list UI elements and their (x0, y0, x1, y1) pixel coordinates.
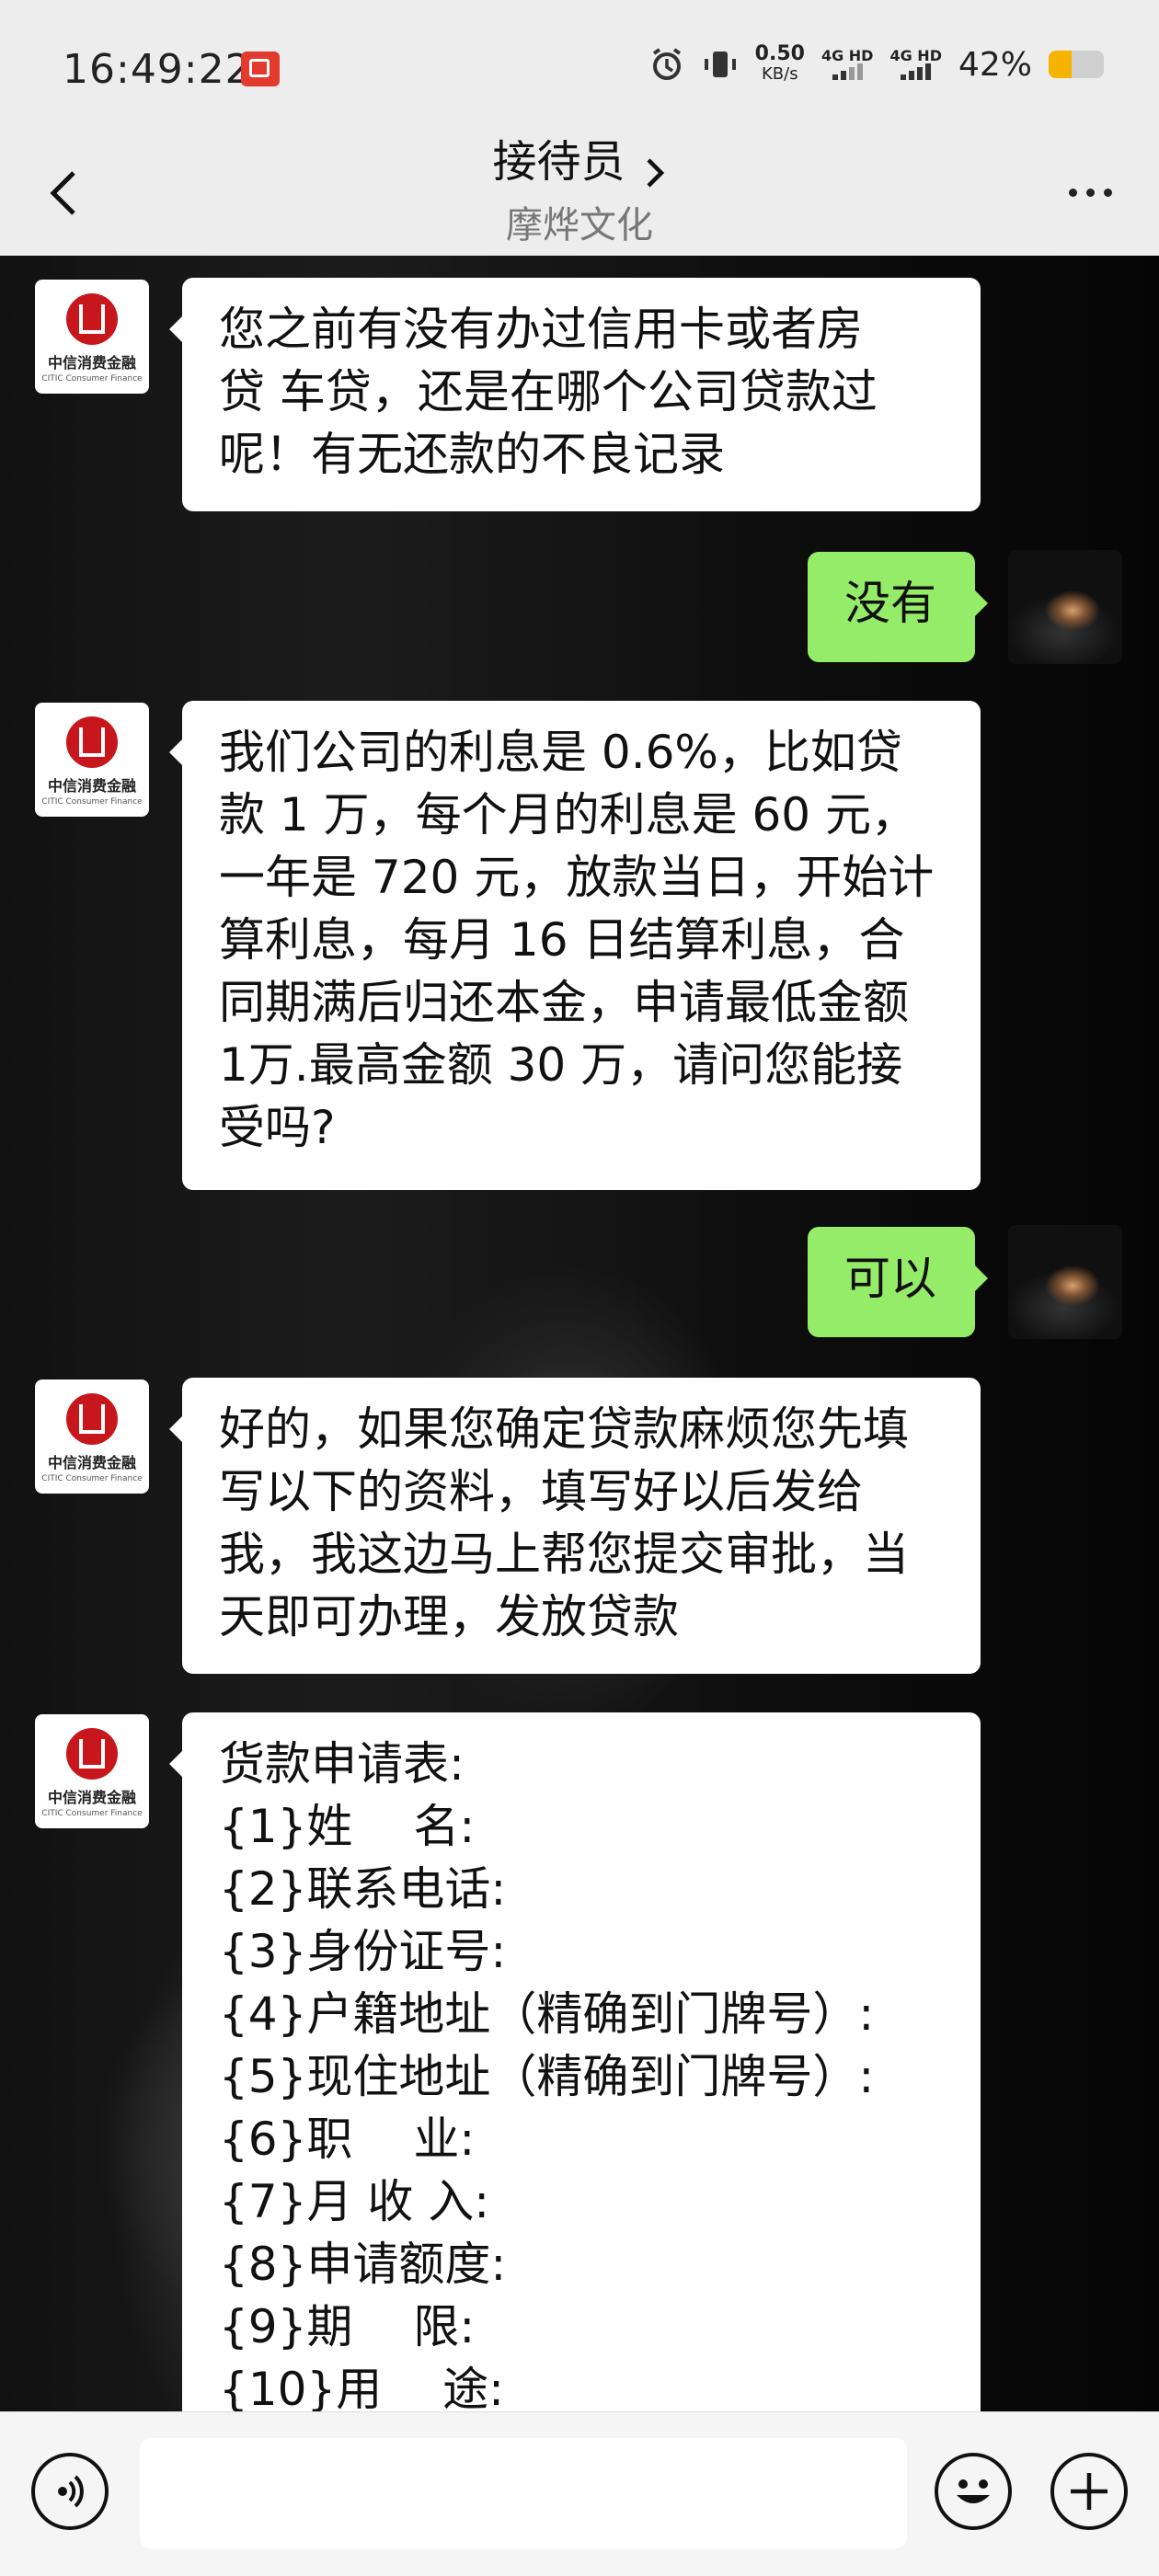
citic-logo-icon (66, 716, 118, 768)
message-list[interactable]: 中信消费金融 CITIC Consumer Finance 您之前有没有办过信用… (0, 256, 1159, 2411)
notification-app-icon (241, 52, 280, 86)
chat-title[interactable]: 接待员 (492, 136, 625, 188)
signal-bars-icon (832, 63, 863, 80)
form-field: {10}用 途: (219, 2363, 504, 2411)
signal-bars-icon (901, 63, 932, 80)
status-bar: 16:49:22 0.50 KB/s 4G HD 4G HD 42% (0, 0, 1159, 138)
form-field: {1}姓 名: (219, 1800, 476, 1853)
message-bubble-outgoing[interactable]: 可以 (808, 1227, 988, 1337)
battery-icon (1049, 51, 1104, 78)
network-speed: 0.50 KB/s (754, 42, 805, 85)
form-field: {6}职 业: (219, 2112, 476, 2166)
form-field: {2}联系电话: (219, 1862, 507, 1916)
message-input[interactable] (140, 2438, 907, 2548)
message-bubble-incoming-form[interactable]: 货款申请表: {1}姓 名: {2}联系电话: {3}身份证号: {4}户籍地址… (169, 1712, 981, 2411)
form-field: {9}期 限: (219, 2300, 476, 2353)
voice-icon[interactable] (31, 2453, 109, 2530)
message-bubble-incoming[interactable]: 我们公司的利息是 0.6%，比如贷 款 1 万，每个月的利息是 60 元， 一年… (169, 701, 981, 1190)
message-bubble-incoming[interactable]: 您之前有没有办过信用卡或者房 贷 车贷，还是在哪个公司贷款过 呢！有无还款的不良… (169, 278, 981, 511)
signal-sim2: 4G HD (889, 49, 942, 80)
chat-title-group[interactable]: 接待员 (0, 125, 1159, 191)
user-avatar[interactable] (1008, 550, 1122, 664)
message-bubble-outgoing[interactable]: 没有 (808, 552, 988, 662)
status-icons: 0.50 KB/s 4G HD 4G HD 42% (648, 44, 1104, 85)
form-field: {4}户籍地址（精确到门牌号）: (219, 1987, 875, 2041)
citic-logo-icon (66, 1728, 118, 1780)
chat-header: 接待员 摩烨文化 (0, 136, 1159, 256)
form-field: {7}月 收 入: (219, 2175, 490, 2228)
chevron-right-icon (643, 155, 667, 191)
emoji-icon[interactable] (935, 2453, 1012, 2530)
contact-avatar[interactable]: 中信消费金融 CITIC Consumer Finance (35, 1380, 149, 1494)
chat-subtitle: 摩烨文化 (506, 204, 653, 246)
form-field: {8}申请额度: (219, 2238, 507, 2291)
contact-avatar[interactable]: 中信消费金融 CITIC Consumer Finance (35, 703, 149, 817)
citic-logo-icon (66, 293, 118, 345)
user-avatar[interactable] (1008, 1225, 1122, 1339)
plus-icon[interactable] (1050, 2453, 1128, 2530)
citic-logo-icon (66, 1393, 118, 1445)
form-field: {3}身份证号: (219, 1925, 507, 1978)
form-title: 货款申请表: (219, 1737, 465, 1791)
battery-percent: 42% (958, 45, 1032, 84)
more-options-button[interactable] (1058, 178, 1122, 206)
status-time: 16:49:22 (63, 46, 252, 93)
vibrate-icon (702, 46, 739, 83)
message-bubble-incoming[interactable]: 好的，如果您确定贷款麻烦您先填 写以下的资料，填写好以后发给 我，我这边马上帮您… (169, 1378, 981, 1674)
signal-sim1: 4G HD (821, 49, 873, 80)
form-field: {5}现住地址（精确到门牌号）: (219, 2050, 875, 2103)
alarm-icon (648, 46, 685, 83)
input-bar (0, 2411, 1159, 2576)
contact-avatar[interactable]: 中信消费金融 CITIC Consumer Finance (35, 1714, 149, 1828)
contact-avatar[interactable]: 中信消费金融 CITIC Consumer Finance (35, 280, 149, 394)
